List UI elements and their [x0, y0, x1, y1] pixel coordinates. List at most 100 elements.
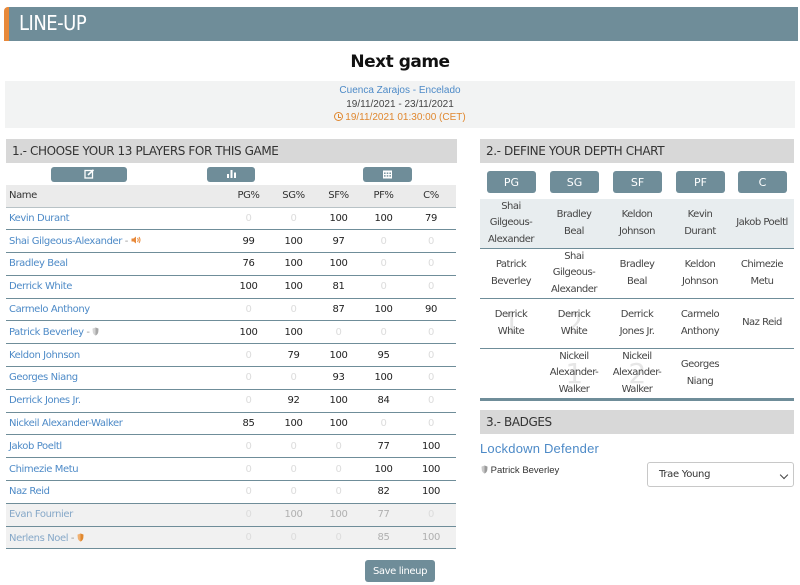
- depth-player-name: Keldon Johnson: [682, 259, 718, 287]
- column-header-sf[interactable]: SF%: [316, 185, 361, 208]
- column-header-pf[interactable]: PF%: [361, 185, 406, 208]
- depth-slot[interactable]: Patrick Beverley: [480, 249, 542, 298]
- player-name-cell[interactable]: Derrick White: [6, 275, 226, 299]
- player-name-cell[interactable]: Carmelo Anthony: [6, 298, 226, 322]
- player-name-cell[interactable]: Shai Gilgeous-Alexander -: [6, 229, 226, 254]
- player-name-link[interactable]: Jakob Poeltl: [9, 441, 62, 452]
- cell-pf: 0: [361, 252, 406, 276]
- player-name-link[interactable]: Naz Reid: [9, 486, 50, 497]
- player-name-link[interactable]: Georges Niang: [9, 372, 78, 383]
- player-name-link[interactable]: Chimezie Metu: [9, 464, 79, 475]
- player-name-link[interactable]: Derrick White: [9, 281, 72, 292]
- cell-sg: 92: [271, 389, 316, 413]
- depth-slot[interactable]: Naz Reid: [731, 299, 793, 348]
- depth-slot[interactable]: Kevin Durant: [669, 199, 731, 248]
- player-name-cell[interactable]: Chimezie Metu: [6, 457, 226, 482]
- table-row[interactable]: Derrick White 100 100 81 0 0: [6, 275, 456, 299]
- table-row[interactable]: Georges Niang 0 0 93 100 0: [6, 366, 456, 390]
- player-name-link[interactable]: Derrick Jones Jr.: [9, 395, 81, 406]
- depth-slot[interactable]: Georges Niang: [669, 349, 731, 398]
- calendar-icon: [383, 170, 392, 179]
- player-name-link[interactable]: Shai Gilgeous-Alexander: [9, 236, 122, 247]
- depth-slot[interactable]: Chimezie Metu: [731, 249, 793, 298]
- depth-slot[interactable]: Carmelo Anthony: [669, 299, 731, 348]
- depth-slot[interactable]: Keldon Johnson: [669, 249, 731, 298]
- table-row[interactable]: Keldon Johnson 0 79 100 95 0: [6, 343, 456, 368]
- player-name-link[interactable]: Nickeil Alexander-Walker: [9, 418, 123, 429]
- player-name-link[interactable]: Bradley Beal: [9, 258, 68, 269]
- separator: -: [83, 327, 93, 339]
- depth-slot[interactable]: 2 Nickeil Alexander-Walker: [606, 349, 668, 398]
- table-row[interactable]: Patrick Beverley - 100 100 0 0 0: [6, 320, 456, 345]
- table-row[interactable]: Nickeil Alexander-Walker 85 100 100 0 0: [6, 412, 456, 436]
- cell-pg: 0: [226, 457, 271, 482]
- depth-slot[interactable]: Jakob Poeltl: [731, 199, 793, 248]
- column-header-sg[interactable]: SG%: [271, 185, 316, 208]
- table-row[interactable]: Kevin Durant 0 0 100 100 79: [6, 207, 456, 231]
- filter-stats-button[interactable]: [207, 167, 255, 182]
- position-button-pg[interactable]: PG: [487, 171, 536, 193]
- position-button-c[interactable]: C: [738, 171, 787, 193]
- table-row[interactable]: Evan Fournier 0 100 100 77 0: [6, 503, 456, 527]
- table-row[interactable]: Naz Reid 0 0 0 82 100: [6, 480, 456, 504]
- player-name-cell[interactable]: Jakob Poeltl: [6, 434, 226, 459]
- depth-player-name: Jakob Poeltl: [736, 217, 788, 229]
- player-name-link[interactable]: Keldon Johnson: [9, 350, 80, 361]
- cell-c: 0: [406, 503, 456, 527]
- cell-pg: 99: [226, 229, 271, 254]
- position-button-sg[interactable]: SG: [550, 171, 599, 193]
- match-teams-link[interactable]: Cuenca Zarajos - Encelado: [5, 84, 795, 98]
- table-row[interactable]: Bradley Beal 76 100 100 0 0: [6, 252, 456, 276]
- depth-slot[interactable]: 1 Derrick White: [480, 299, 542, 348]
- filter-edit-button[interactable]: [51, 167, 127, 182]
- player-name-cell[interactable]: Nerlens Noel -: [6, 526, 226, 550]
- depth-slot[interactable]: 2 Derrick White: [543, 299, 605, 348]
- save-lineup-button[interactable]: Save lineup: [365, 560, 435, 582]
- depth-slot[interactable]: 1 Nickeil Alexander-Walker: [543, 349, 605, 398]
- column-header-c[interactable]: C%: [406, 185, 456, 208]
- player-name-link[interactable]: Kevin Durant: [9, 213, 70, 224]
- player-name-cell[interactable]: Derrick Jones Jr.: [6, 389, 226, 413]
- player-name-cell[interactable]: Nickeil Alexander-Walker: [6, 412, 226, 436]
- player-name-link[interactable]: Nerlens Noel: [9, 533, 69, 544]
- table-row[interactable]: Nerlens Noel - 0 0 0 85 100: [6, 526, 456, 550]
- player-name-link[interactable]: Evan Fournier: [9, 509, 73, 520]
- depth-slot[interactable]: [731, 349, 793, 398]
- depth-slot[interactable]: Bradley Beal: [543, 199, 605, 248]
- player-name-cell[interactable]: Keldon Johnson: [6, 343, 226, 368]
- section-depth-header: 2.- DEFINE YOUR DEPTH CHART: [480, 139, 794, 163]
- table-row[interactable]: Carmelo Anthony 0 0 87 100 90: [6, 298, 456, 322]
- column-header-pg[interactable]: PG%: [226, 185, 271, 208]
- depth-player-name: Derrick Jones Jr.: [619, 309, 655, 337]
- player-name-link[interactable]: Patrick Beverley: [9, 327, 84, 338]
- position-button-sf[interactable]: SF: [613, 171, 662, 193]
- player-name-cell[interactable]: Patrick Beverley -: [6, 320, 226, 345]
- players-table-header: Name PG% SG% SF% PF% C%: [6, 185, 456, 208]
- cell-c: 0: [406, 412, 456, 436]
- cell-pf: 100: [361, 457, 406, 482]
- column-header-name[interactable]: Name: [6, 185, 226, 208]
- table-row[interactable]: Jakob Poeltl 0 0 0 77 100: [6, 434, 456, 459]
- table-row[interactable]: Chimezie Metu 0 0 0 100 100: [6, 457, 456, 482]
- player-name-link[interactable]: Carmelo Anthony: [9, 304, 90, 315]
- cell-pf: 82: [361, 480, 406, 504]
- player-name-cell[interactable]: Naz Reid: [6, 480, 226, 504]
- depth-slot[interactable]: Bradley Beal: [606, 249, 668, 298]
- depth-slot[interactable]: Shai Gilgeous-Alexander: [543, 249, 605, 298]
- player-name-cell[interactable]: Evan Fournier: [6, 503, 226, 527]
- filter-calendar-button[interactable]: [363, 167, 412, 182]
- cell-c: 0: [406, 343, 456, 368]
- depth-slot[interactable]: Derrick Jones Jr.: [606, 299, 668, 348]
- player-name-cell[interactable]: Bradley Beal: [6, 252, 226, 276]
- player-name-cell[interactable]: Georges Niang: [6, 366, 226, 390]
- badge-player-select[interactable]: Trae Young: [647, 462, 794, 487]
- player-name-cell[interactable]: Kevin Durant: [6, 207, 226, 231]
- depth-slot[interactable]: Shai Gilgeous-Alexander: [480, 199, 542, 248]
- depth-slot[interactable]: Keldon Johnson: [606, 199, 668, 248]
- position-button-pf[interactable]: PF: [676, 171, 725, 193]
- table-row[interactable]: Shai Gilgeous-Alexander - 99 100 97 0 0: [6, 229, 456, 254]
- depth-slot[interactable]: [480, 349, 542, 398]
- table-row[interactable]: Derrick Jones Jr. 0 92 100 84 0: [6, 389, 456, 413]
- cell-pf: 0: [361, 412, 406, 436]
- cell-sf: 0: [316, 457, 361, 482]
